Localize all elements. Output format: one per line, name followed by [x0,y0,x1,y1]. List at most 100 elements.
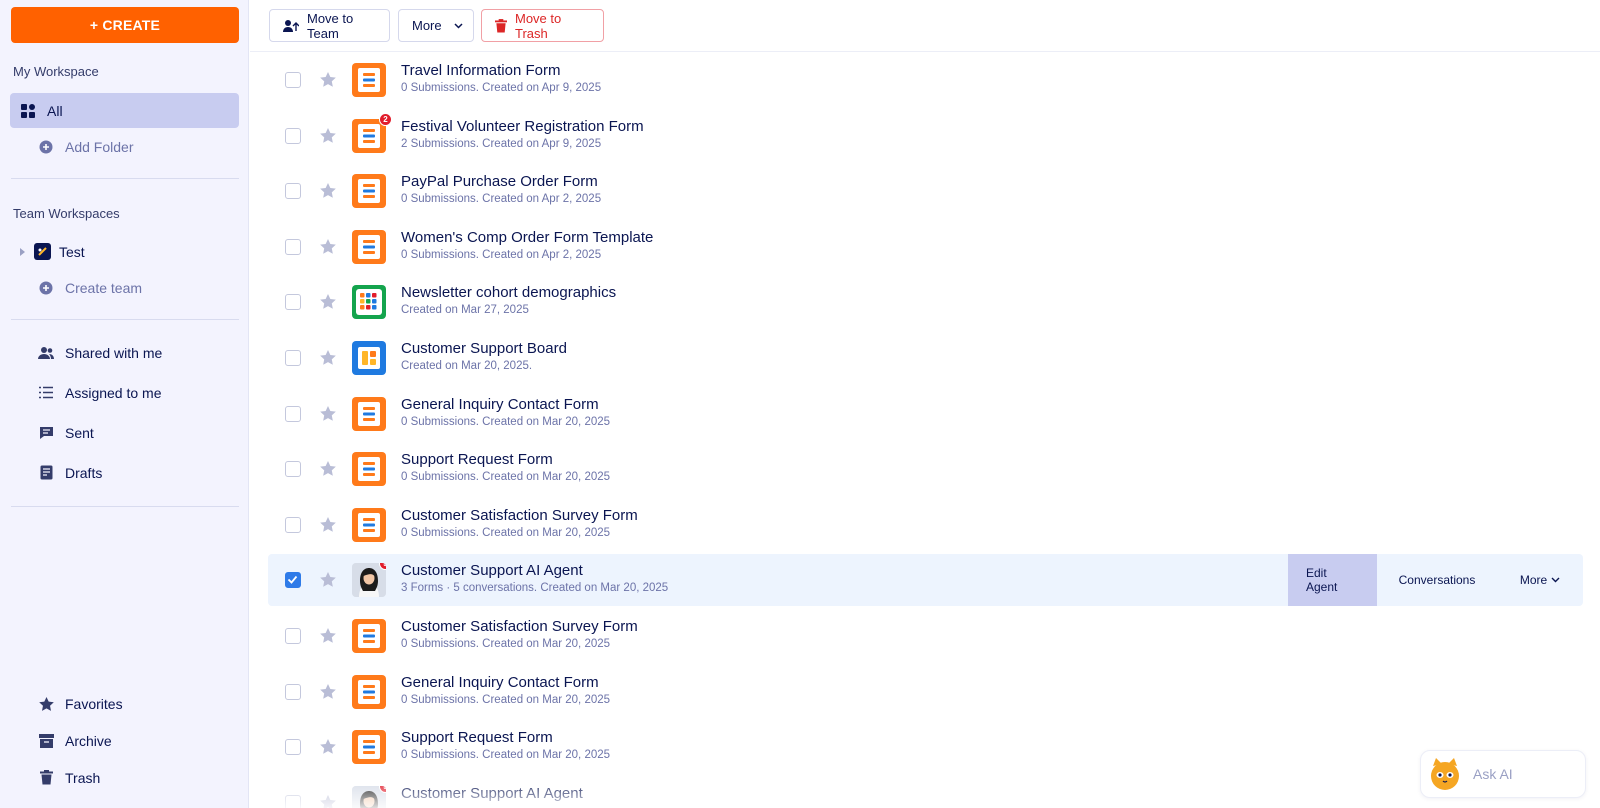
form-row[interactable]: General Inquiry Contact Form 0 Submission… [268,666,1583,718]
favorite-star-icon[interactable] [320,72,336,88]
favorite-star-icon[interactable] [320,628,336,644]
favorite-star-icon[interactable] [320,350,336,366]
row-checkbox[interactable] [285,350,301,366]
row-title[interactable]: General Inquiry Contact Form [401,396,610,414]
row-checkbox[interactable] [285,572,301,589]
board-icon [352,341,386,375]
row-text: Support Request Form 0 Submissions. Creat… [401,729,610,761]
divider [11,506,239,507]
row-title[interactable]: Support Request Form [401,729,610,747]
row-title[interactable]: Customer Support AI Agent [401,562,668,580]
favorite-star-icon[interactable] [320,127,336,144]
row-title[interactable]: Festival Volunteer Registration Form [401,118,644,136]
form-row[interactable]: Travel Information Form 0 Submissions. Cr… [268,54,1583,106]
toolbar: Move to Team More Move to Trash [250,0,1600,52]
row-subtitle: 0 Submissions. Created on Mar 20, 2025 [401,693,611,706]
row-checkbox[interactable] [285,739,301,756]
create-team-button[interactable]: Create team [10,270,239,305]
sidebar-item-all[interactable]: All [10,93,239,128]
row-checkbox[interactable] [285,461,301,478]
row-title[interactable]: Customer Satisfaction Survey Form [401,507,638,525]
sidebar-item-archive[interactable]: Archive [10,723,239,758]
form-row[interactable]: PayPal Purchase Order Form 0 Submissions.… [268,165,1583,217]
row-checkbox[interactable] [285,516,301,533]
sidebar-item-team-test[interactable]: Test [10,234,239,269]
agent-row[interactable]: 5 Customer Support AI Agent 3 Forms · 5 co… [268,554,1583,607]
row-title[interactable]: Support Request Form [401,451,610,469]
form-row[interactable]: Customer Support Board Created on Mar 20,… [268,332,1583,384]
row-subtitle: 0 Submissions. Created on Mar 20, 2025 [401,749,611,762]
row-title[interactable]: PayPal Purchase Order Form [401,173,601,191]
row-title[interactable]: Customer Satisfaction Survey Form [401,618,638,636]
sidebar-item-assigned[interactable]: Assigned to me [10,375,239,410]
form-row[interactable]: Support Request Form 0 Submissions. Creat… [268,443,1583,495]
row-title[interactable]: Newsletter cohort demographics [401,284,616,302]
sidebar-item-label: All [47,102,63,119]
row-subtitle: 2 Submissions. Created on Apr 9, 2025 [401,137,602,150]
favorite-star-icon[interactable] [320,739,336,755]
plus-circle-icon [36,137,56,157]
row-title[interactable]: Customer Support Board [401,340,567,358]
row-text: PayPal Purchase Order Form 0 Submissions.… [401,173,601,205]
agent-row[interactable]: 5 Customer Support AI Agent [268,777,1583,808]
sidebar-item-shared[interactable]: Shared with me [10,335,239,370]
row-title[interactable]: Women's Comp Order Form Template [401,229,653,247]
agent-avatar-icon: 5 [352,563,386,598]
sidebar-item-label: Sent [65,424,94,441]
form-row[interactable]: Newsletter cohort demographics Created on… [268,276,1583,328]
sidebar-item-drafts[interactable]: Drafts [10,455,239,490]
favorite-star-icon[interactable] [320,405,336,422]
row-checkbox[interactable] [285,405,301,422]
form-row[interactable]: 2 Festival Volunteer Registration Form 2 S… [268,110,1583,162]
favorite-star-icon[interactable] [320,294,336,310]
favorite-star-icon[interactable] [320,461,336,477]
form-row[interactable]: Women's Comp Order Form Template 0 Submis… [268,221,1583,273]
row-title[interactable]: Travel Information Form [401,62,601,80]
row-title[interactable]: Customer Support AI Agent [401,785,583,803]
sidebar-item-trash[interactable]: Trash [10,760,239,795]
conversations-button[interactable]: Conversations [1377,554,1497,606]
sidebar-item-label: Assigned to me [65,384,162,401]
sidebar-item-label: Shared with me [65,344,163,361]
add-folder-button[interactable]: Add Folder [10,129,239,164]
favorite-star-icon[interactable] [320,572,336,588]
row-checkbox[interactable] [285,794,301,808]
row-title[interactable]: General Inquiry Contact Form [401,674,610,692]
row-subtitle: 0 Submissions. Created on Apr 2, 2025 [401,193,602,206]
form-row[interactable]: Customer Satisfaction Survey Form 0 Submi… [268,610,1583,662]
row-text: Travel Information Form 0 Submissions. Cr… [401,62,601,94]
row-checkbox[interactable] [285,294,301,311]
row-text: General Inquiry Contact Form 0 Submission… [401,396,610,428]
row-checkbox[interactable] [285,127,301,144]
move-to-team-button[interactable]: Move to Team [269,9,390,42]
favorite-star-icon[interactable] [320,794,336,808]
move-to-trash-button[interactable]: Move to Trash [481,9,604,42]
row-more-button[interactable]: More [1497,554,1583,606]
caret-right-icon[interactable] [20,247,26,256]
row-checkbox[interactable] [285,683,301,700]
row-subtitle: 0 Submissions. Created on Mar 20, 2025 [401,638,611,650]
form-row[interactable]: Support Request Form 0 Submissions. Creat… [268,721,1583,773]
sidebar-item-favorites[interactable]: Favorites [10,686,239,721]
row-checkbox[interactable] [285,628,301,644]
favorite-star-icon[interactable] [320,183,336,199]
ask-ai-button[interactable]: Ask AI [1420,750,1586,798]
more-menu-button[interactable]: More [398,9,474,42]
sidebar-item-label: Test [59,243,85,260]
sidebar-item-sent[interactable]: Sent [10,415,239,450]
row-checkbox[interactable] [285,72,301,88]
form-row[interactable]: Customer Satisfaction Survey Form 0 Submi… [268,499,1583,551]
favorite-star-icon[interactable] [320,238,336,255]
favorite-star-icon[interactable] [320,516,336,533]
row-text: Customer Satisfaction Survey Form 0 Submi… [401,618,638,650]
create-button[interactable]: + CREATE [11,7,239,43]
item-list: Travel Information Form 0 Submissions. Cr… [250,52,1600,808]
edit-agent-button[interactable]: Edit Agent [1288,554,1377,607]
row-checkbox[interactable] [285,183,301,200]
form-row[interactable]: General Inquiry Contact Form 0 Submission… [268,388,1583,440]
favorite-star-icon[interactable] [320,683,336,700]
plus-circle-icon [36,278,56,298]
row-subtitle: 0 Submissions. Created on Mar 20, 2025 [401,415,611,428]
row-checkbox[interactable] [285,238,301,255]
row-subtitle: 0 Submissions. Created on Mar 20, 2025 [401,471,611,484]
